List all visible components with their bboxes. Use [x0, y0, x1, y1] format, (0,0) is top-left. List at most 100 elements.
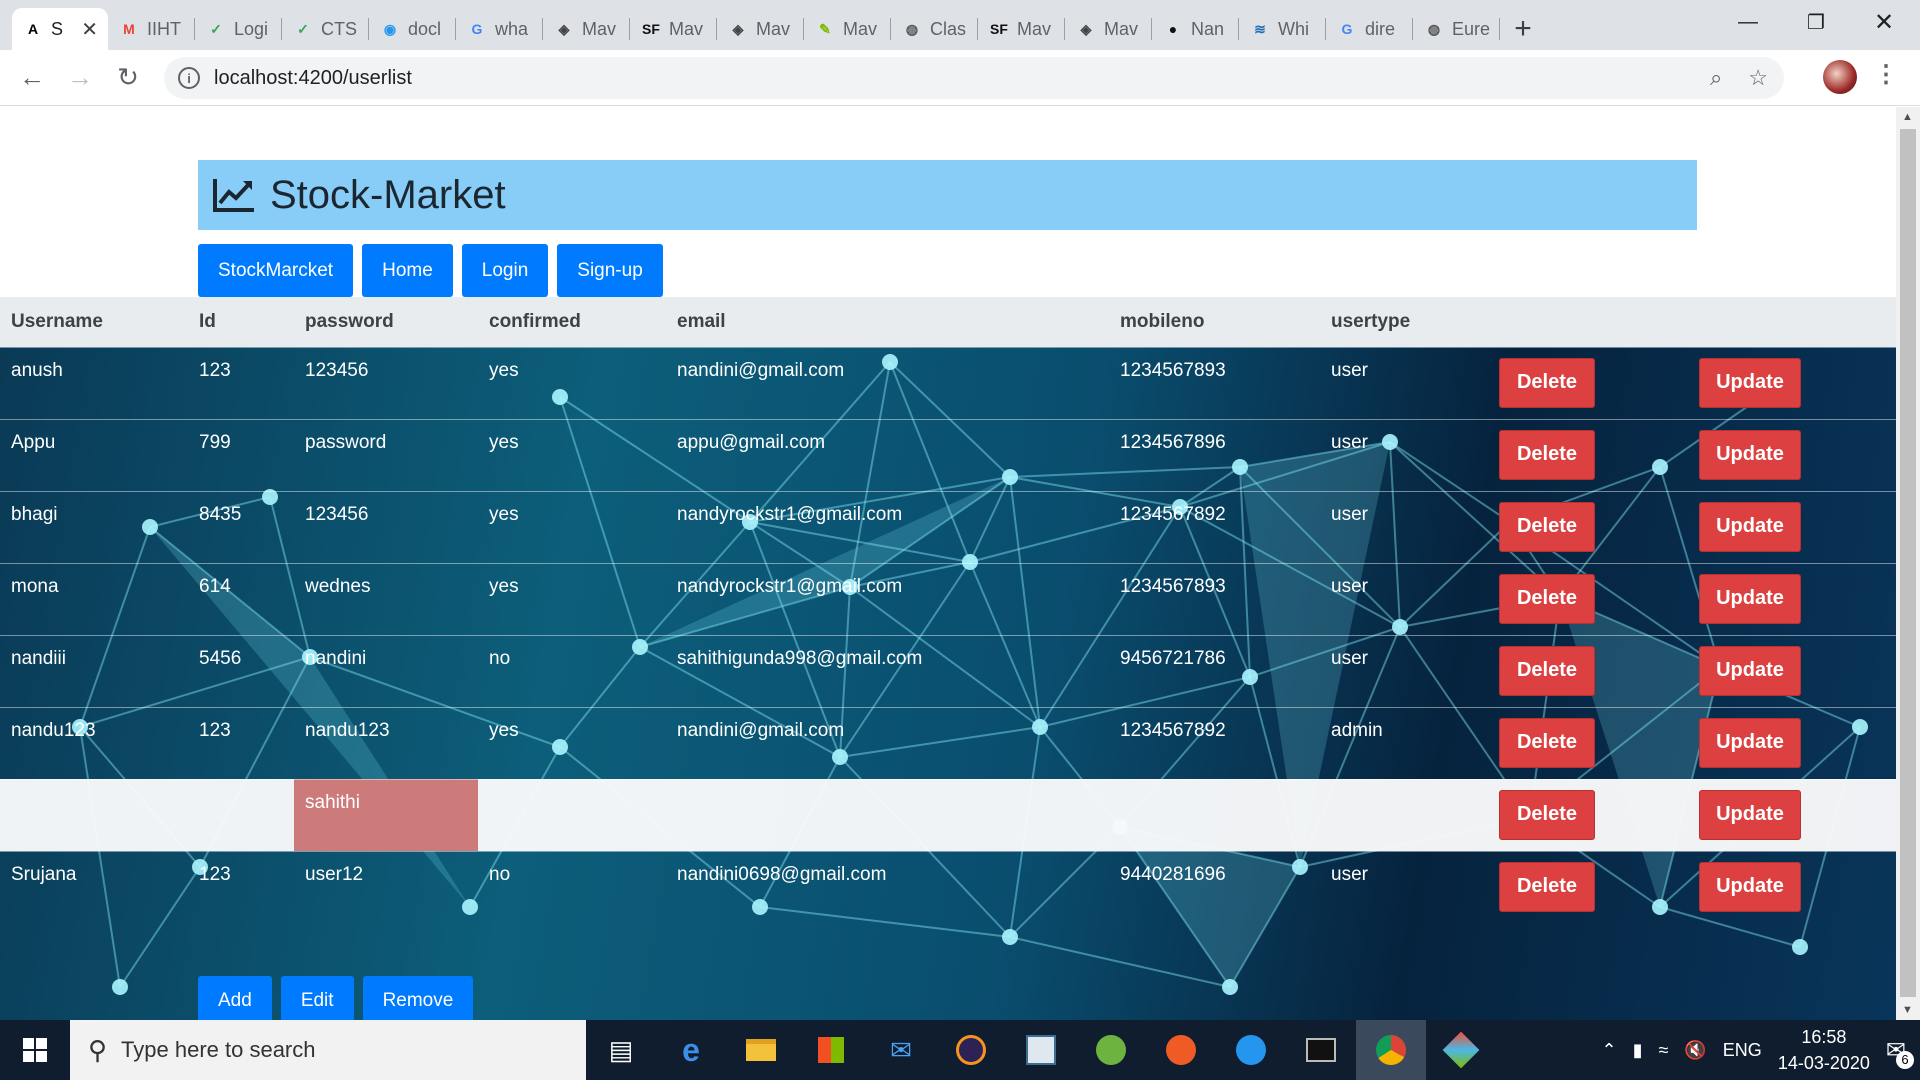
- search-placeholder: Type here to search: [121, 1037, 316, 1062]
- battery-icon[interactable]: ▮: [1633, 1040, 1643, 1061]
- browser-tab[interactable]: A S ✕: [12, 8, 108, 50]
- scroll-down-arrow-icon[interactable]: ▼: [1902, 1004, 1913, 1016]
- url-text[interactable]: localhost:4200/userlist: [214, 67, 412, 90]
- update-button[interactable]: Update: [1699, 429, 1801, 480]
- chrome-icon[interactable]: [1356, 1020, 1426, 1080]
- address-bar[interactable]: i localhost:4200/userlist ⌕ ☆: [164, 57, 1784, 99]
- volume-muted-icon[interactable]: 🔇: [1684, 1040, 1706, 1061]
- new-tab-button[interactable]: +: [1500, 8, 1546, 50]
- cell-update: Update: [1688, 490, 1896, 563]
- browser-tab[interactable]: ◍ Clas: [891, 8, 978, 50]
- delete-button[interactable]: Delete: [1499, 501, 1595, 552]
- close-tab-icon[interactable]: ✕: [81, 17, 98, 42]
- update-button[interactable]: Update: [1699, 717, 1801, 768]
- update-button[interactable]: Update: [1699, 357, 1801, 408]
- profile-avatar[interactable]: [1823, 60, 1857, 94]
- bookmark-star-icon[interactable]: ☆: [1748, 65, 1768, 91]
- back-arrow-icon[interactable]: ←: [8, 54, 56, 102]
- browser-tab[interactable]: M IIHT: [108, 8, 195, 50]
- remove-button[interactable]: Remove: [362, 976, 474, 1020]
- scroll-up-arrow-icon[interactable]: ▲: [1902, 111, 1913, 123]
- delete-button[interactable]: Delete: [1499, 357, 1595, 408]
- browser-tab[interactable]: ≋ Whi: [1239, 8, 1326, 50]
- sourcetree-icon[interactable]: [1426, 1020, 1496, 1080]
- angular-icon: A: [27, 21, 39, 37]
- cell-mobileno: 1234567893: [1109, 562, 1320, 635]
- browser-tab[interactable]: Gdire: [1326, 8, 1413, 50]
- reload-icon[interactable]: ↻: [104, 54, 152, 102]
- delete-button[interactable]: Delete: [1499, 645, 1595, 696]
- page-scrollbar[interactable]: ▲ ▼: [1896, 107, 1920, 1020]
- restore-window-button[interactable]: ❐: [1782, 0, 1850, 44]
- eclipse-icon[interactable]: [936, 1020, 1006, 1080]
- browser-menu-icon[interactable]: ⋮: [1874, 60, 1898, 89]
- mail-icon[interactable]: ✉: [866, 1020, 936, 1080]
- cell-update: Update: [1688, 706, 1896, 779]
- clock[interactable]: 16:58 14-03-2020: [1778, 1024, 1870, 1076]
- cell-delete: Delete: [1488, 850, 1688, 923]
- show-hidden-icons-chevron-icon[interactable]: ⌃: [1601, 1040, 1616, 1061]
- delete-button[interactable]: Delete: [1499, 429, 1595, 480]
- browser-tab[interactable]: Gwha: [456, 8, 543, 50]
- taskbar-search-box[interactable]: ⚲ Type here to search: [70, 1020, 586, 1080]
- nav-login-button[interactable]: Login: [461, 244, 549, 297]
- table-actions: Add Edit Remove: [198, 976, 474, 1020]
- browser-tab[interactable]: ● Nan: [1152, 8, 1239, 50]
- edit-button[interactable]: Edit: [280, 976, 354, 1020]
- update-button[interactable]: Update: [1699, 789, 1801, 840]
- browser-tab[interactable]: ◍ Eure: [1413, 8, 1500, 50]
- cell-delete: Delete: [1488, 706, 1688, 779]
- delete-button[interactable]: Delete: [1499, 573, 1595, 624]
- action-center-icon[interactable]: ✉ 6: [1886, 1036, 1914, 1069]
- cell-password[interactable]: sahithi: [294, 778, 478, 851]
- cell-mobileno: 1234567892: [1109, 490, 1320, 563]
- wifi-icon[interactable]: ≈: [1658, 1040, 1668, 1061]
- column-header-confirmed: confirmed: [478, 297, 666, 347]
- browser-tab[interactable]: ◈ Mav: [717, 8, 804, 50]
- update-button[interactable]: Update: [1699, 573, 1801, 624]
- nav-stockmarket-button[interactable]: StockMarcket: [198, 244, 354, 297]
- minimize-window-button[interactable]: —: [1714, 0, 1782, 44]
- browser-tab[interactable]: ✎ Mav: [804, 8, 891, 50]
- nav-signup-button[interactable]: Sign-up: [557, 244, 663, 297]
- browser-tab[interactable]: SF Mav: [978, 8, 1065, 50]
- google-icon: G: [471, 21, 483, 37]
- browser-tab[interactable]: SF Mav: [630, 8, 717, 50]
- mysql-workbench-icon[interactable]: [1006, 1020, 1076, 1080]
- spring-tool-icon[interactable]: [1076, 1020, 1146, 1080]
- task-view-icon[interactable]: ▤: [586, 1020, 656, 1080]
- delete-button[interactable]: Delete: [1499, 717, 1595, 768]
- delete-button[interactable]: Delete: [1499, 789, 1595, 840]
- update-button[interactable]: Update: [1699, 645, 1801, 696]
- cell-username: mona: [0, 562, 188, 635]
- postman-icon[interactable]: [1146, 1020, 1216, 1080]
- site-info-icon[interactable]: i: [178, 67, 200, 89]
- browser-tab[interactable]: ✓ CTS: [282, 8, 369, 50]
- browser-tab[interactable]: ◉ docl: [369, 8, 456, 50]
- delete-button[interactable]: Delete: [1499, 861, 1595, 912]
- scrollbar-thumb[interactable]: [1900, 129, 1916, 997]
- cell-usertype: admin: [1320, 706, 1488, 779]
- close-window-button[interactable]: ✕: [1850, 0, 1918, 44]
- app-title: Stock-Market: [270, 172, 506, 217]
- cell-update: Update: [1688, 778, 1896, 851]
- browser-tab[interactable]: ✓ Logi: [195, 8, 282, 50]
- update-button[interactable]: Update: [1699, 861, 1801, 912]
- browser-tab[interactable]: ◈ Mav: [543, 8, 630, 50]
- browser-tab[interactable]: ◈ Mav: [1065, 8, 1152, 50]
- terminal-icon[interactable]: [1286, 1020, 1356, 1080]
- users-table-body: anush 123 123456 yes nandini@gmail.com 123456…: [0, 346, 1896, 923]
- nav-home-button[interactable]: Home: [362, 244, 453, 297]
- language-indicator[interactable]: ENG: [1723, 1040, 1762, 1061]
- edge-browser-icon[interactable]: e: [656, 1020, 726, 1080]
- network-node: [112, 979, 128, 995]
- forward-arrow-icon[interactable]: →: [56, 54, 104, 102]
- file-explorer-icon[interactable]: [726, 1020, 796, 1080]
- store-icon[interactable]: [796, 1020, 866, 1080]
- update-button[interactable]: Update: [1699, 501, 1801, 552]
- add-button[interactable]: Add: [198, 976, 272, 1020]
- zoom-icon[interactable]: ⌕: [1710, 65, 1722, 91]
- windows-start-button[interactable]: [0, 1020, 70, 1080]
- docker-icon[interactable]: [1216, 1020, 1286, 1080]
- app-header: Stock-Market: [198, 160, 1697, 230]
